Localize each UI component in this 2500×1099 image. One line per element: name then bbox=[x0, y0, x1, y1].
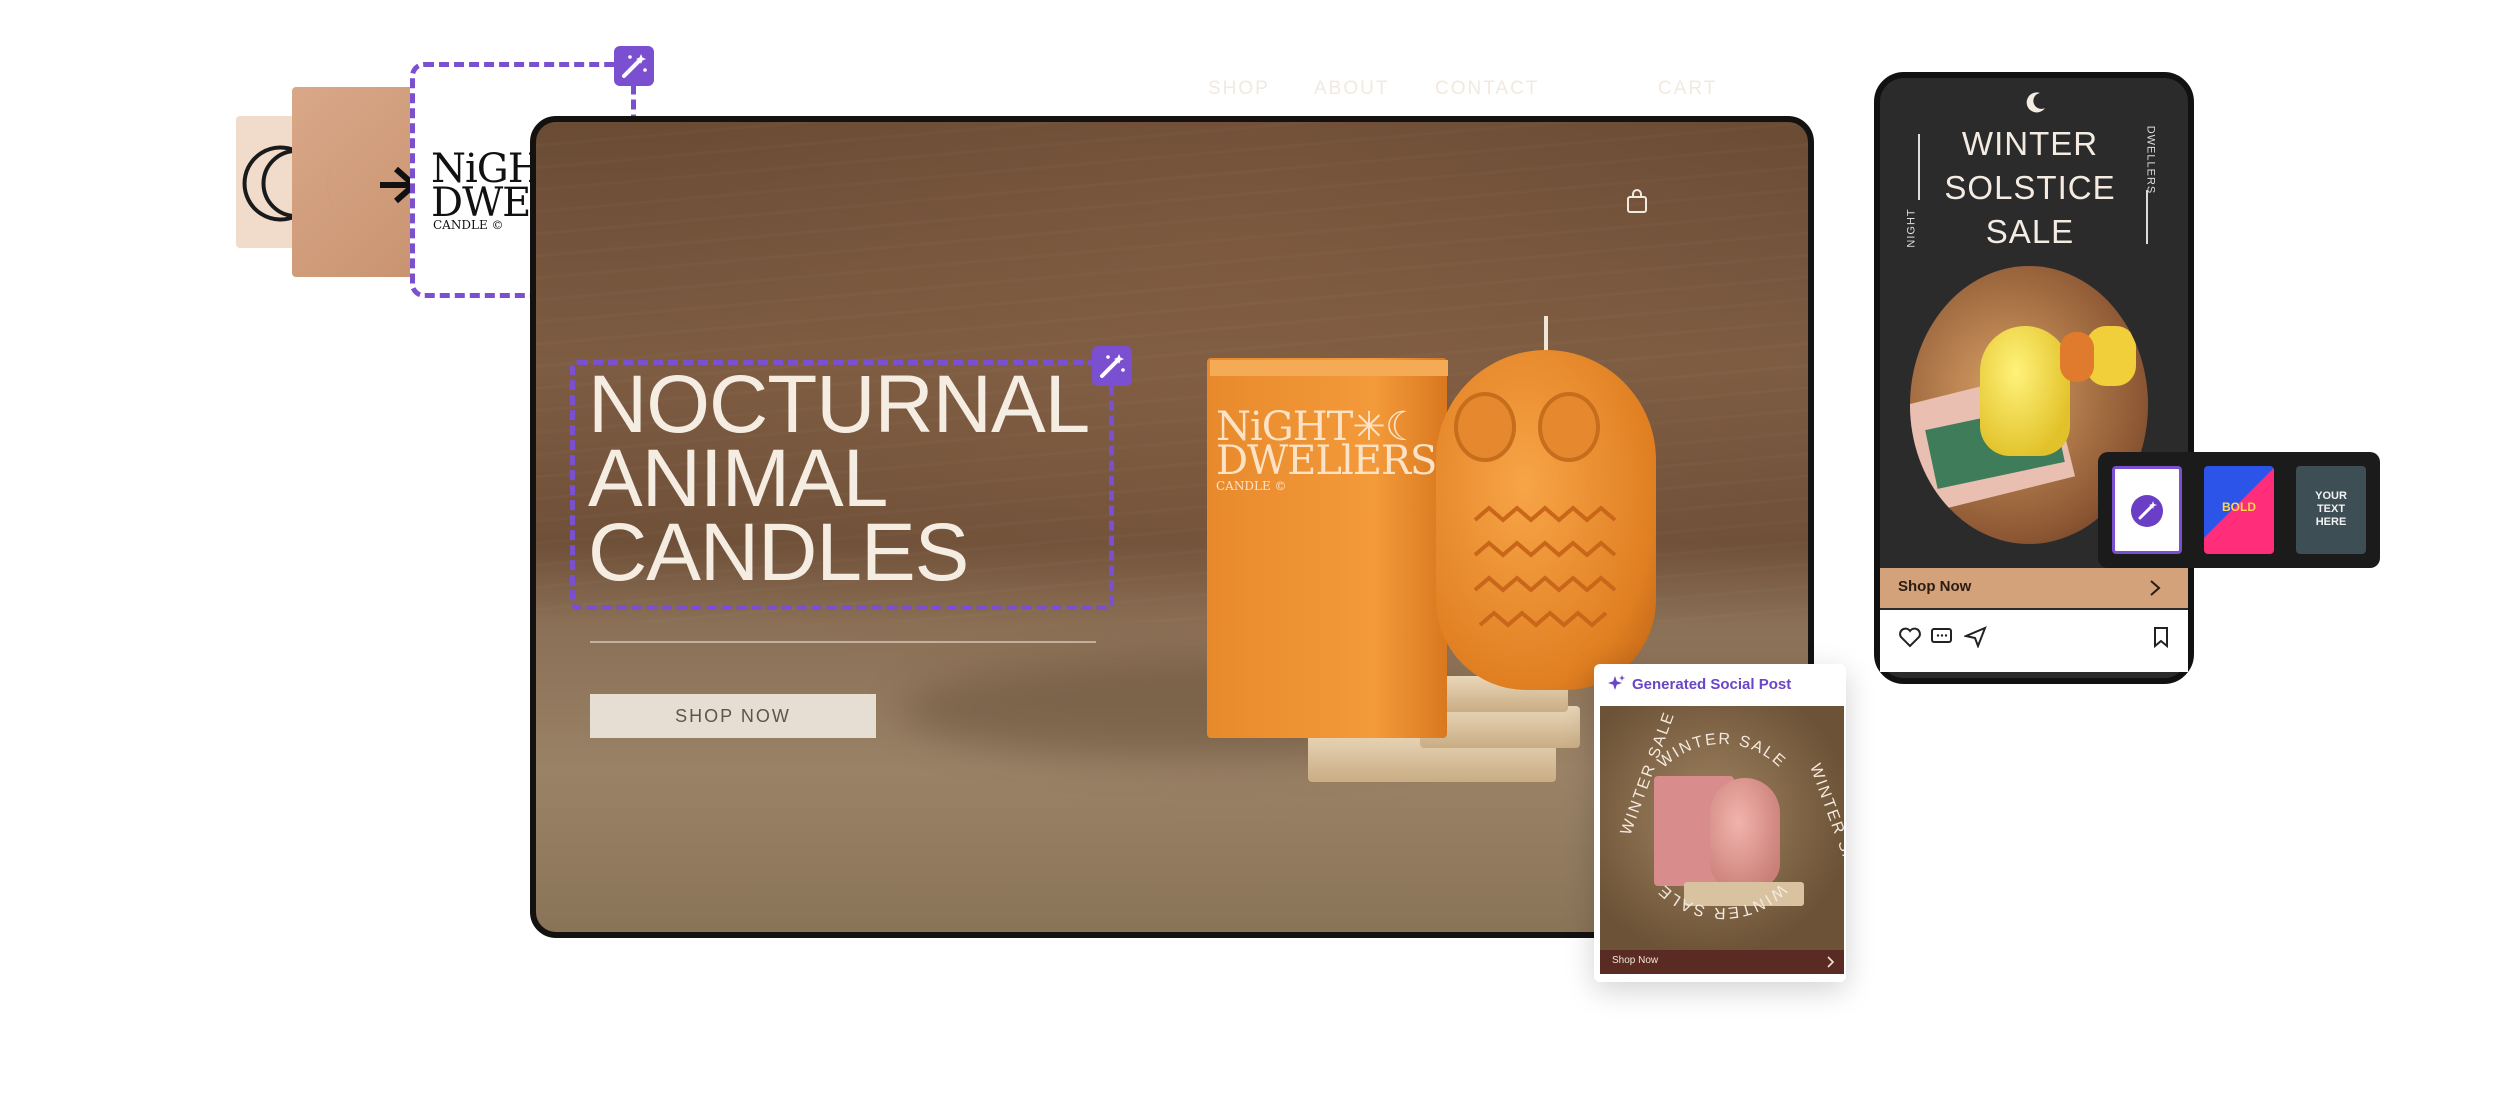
cart-icon[interactable] bbox=[1626, 188, 1648, 218]
style-option-magic[interactable] bbox=[2112, 466, 2182, 554]
magic-wand-button-logo[interactable] bbox=[614, 46, 654, 86]
candle-wick bbox=[1544, 316, 1548, 354]
crescent-moon-icon bbox=[327, 142, 419, 227]
phone-action-bar bbox=[1880, 610, 2188, 672]
nav-contact[interactable]: CONTACT bbox=[1435, 78, 1539, 100]
magic-wand-icon bbox=[2131, 495, 2163, 527]
social-post-header: Generated Social Post bbox=[1632, 676, 1792, 693]
phone-rule-right bbox=[2146, 190, 2148, 244]
hero-line-2: ANIMAL bbox=[588, 433, 888, 524]
chevron-right-icon[interactable] bbox=[2148, 578, 2162, 598]
phone-headline-3: SALE bbox=[1985, 213, 2075, 250]
style-option-your-text[interactable]: YOUR TEXT HERE bbox=[2296, 466, 2366, 554]
hero-line-3: CANDLES bbox=[588, 507, 969, 598]
your-text-style-label: YOUR TEXT HERE bbox=[2315, 490, 2347, 528]
arc-text-left: WINTER SALE bbox=[1618, 709, 1679, 837]
yellow-owl-candle bbox=[1980, 326, 2070, 456]
owl-eye-right bbox=[1538, 392, 1600, 462]
heart-icon[interactable] bbox=[1898, 626, 1922, 648]
hero-title: NOCTURNAL ANIMAL CANDLES bbox=[588, 359, 1090, 598]
magic-wand-button-hero[interactable] bbox=[1092, 346, 1132, 386]
candle-box-logo: NiGHT✳☾ DWELlERS CANDLE © bbox=[1216, 407, 1437, 494]
phone-rule-left bbox=[1918, 134, 1920, 200]
logo-line-3: CANDLE © bbox=[433, 218, 504, 232]
social-post-shop-now-label: Shop Now bbox=[1612, 955, 1659, 966]
arc-text-top: WINTER SALE bbox=[1655, 731, 1790, 772]
orange-candle-small bbox=[2060, 332, 2094, 382]
magic-wand-icon bbox=[1100, 354, 1125, 378]
arc-text-bottom: WINTER SALE bbox=[1655, 880, 1790, 921]
share-icon[interactable] bbox=[1964, 626, 1988, 648]
owl-feather-pattern bbox=[1473, 505, 1617, 628]
hero-divider bbox=[590, 641, 1096, 643]
magic-wand-icon bbox=[622, 54, 647, 78]
style-option-bold[interactable]: BOLD bbox=[2204, 466, 2274, 554]
candle-box-top bbox=[1210, 360, 1448, 376]
sparkle-icon bbox=[1608, 675, 1625, 690]
chevron-right-icon[interactable] bbox=[1826, 955, 1836, 969]
nav-shop[interactable]: SHOP bbox=[1208, 78, 1270, 100]
phone-headline-2: SOLSTICE bbox=[1944, 169, 2116, 206]
nav-cart[interactable]: CART bbox=[1658, 78, 1717, 100]
logo-variant-card-mid[interactable] bbox=[292, 87, 422, 277]
phone-headline-1: WINTER bbox=[1961, 125, 2099, 162]
nav-about[interactable]: ABOUT bbox=[1314, 78, 1389, 100]
phone-shop-now-label: Shop Now bbox=[1898, 578, 1972, 595]
moon-icon bbox=[2026, 92, 2045, 113]
arc-text-right: WINTER SALE bbox=[1806, 762, 1844, 890]
winter-sale-arc: WINTER SALE WINTER SALE WINTER SALE WINT… bbox=[1618, 709, 1844, 921]
phone-side-right: DWELLERS bbox=[2144, 125, 2157, 195]
bold-style-label: BOLD bbox=[2222, 500, 2256, 514]
box-logo-line-2: DWELlERS bbox=[1216, 438, 1437, 484]
social-post-image: WINTER SALE WINTER SALE WINTER SALE WINT… bbox=[1600, 706, 1844, 950]
bookmark-icon[interactable] bbox=[2152, 626, 2170, 648]
phone-headline: WINTER SOLSTICE SALE bbox=[1920, 122, 2140, 254]
phone-side-left: NIGHT bbox=[1905, 208, 1918, 248]
shop-now-button[interactable]: SHOP NOW bbox=[590, 694, 876, 738]
hero-line-1: NOCTURNAL bbox=[588, 359, 1090, 450]
comment-icon[interactable] bbox=[1930, 626, 1954, 648]
owl-eye-left bbox=[1454, 392, 1516, 462]
